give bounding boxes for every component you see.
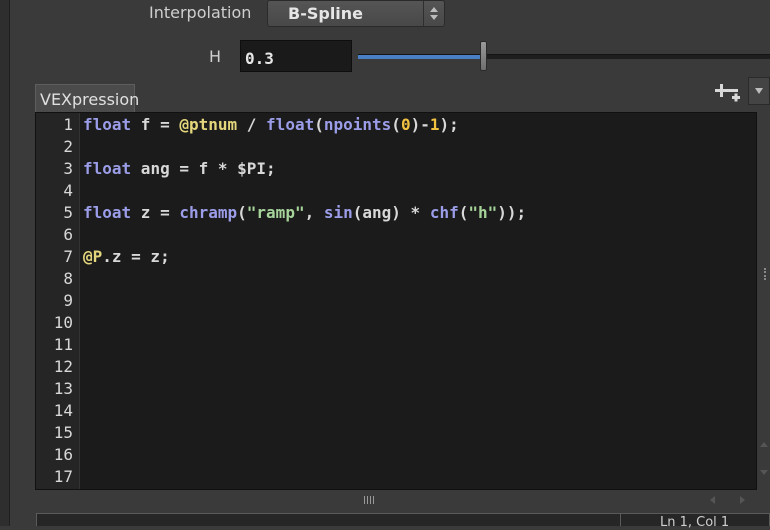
cursor-position: Ln 1, Col 1 <box>660 515 730 530</box>
line-number: 15 <box>53 423 73 442</box>
h-slider-handle[interactable] <box>480 41 487 71</box>
line-number: 17 <box>53 467 73 486</box>
line-number: 9 <box>63 291 73 310</box>
h-slider-fill <box>358 55 482 59</box>
code-line[interactable]: float f = @ptnum / float(npoints(0)-1); <box>83 115 459 134</box>
line-number: 5 <box>63 203 73 222</box>
line-number: 1 <box>63 115 73 134</box>
scroll-right-icon[interactable] <box>740 496 745 504</box>
add-parameter-icon[interactable] <box>713 82 741 108</box>
h-value-field[interactable]: 0.3 <box>240 40 352 72</box>
interpolation-label: Interpolation <box>149 3 252 22</box>
horizontal-scrollbar[interactable] <box>35 490 770 510</box>
status-divider <box>620 513 621 526</box>
line-number: 16 <box>53 445 73 464</box>
code-line[interactable]: float z = chramp("ramp", sin(ang) * chf(… <box>83 203 526 222</box>
line-number: 13 <box>53 379 73 398</box>
code-line[interactable]: float ang = f * $PI; <box>83 159 276 178</box>
h-slider-track[interactable] <box>358 54 770 59</box>
line-number: 10 <box>53 313 73 332</box>
resize-handle-icon[interactable] <box>364 496 376 504</box>
line-number: 8 <box>63 269 73 288</box>
line-number: 6 <box>63 225 73 244</box>
line-number: 3 <box>63 159 73 178</box>
line-number: 2 <box>63 137 73 156</box>
interpolation-dropdown[interactable]: B-Spline <box>267 0 445 27</box>
line-number: 7 <box>63 247 73 266</box>
line-number: 12 <box>53 357 73 376</box>
vertical-scrollbar[interactable] <box>757 112 770 490</box>
scroll-up-icon[interactable] <box>760 442 768 447</box>
resize-grip-icon[interactable] <box>764 268 770 280</box>
line-number: 14 <box>53 401 73 420</box>
left-panel-edge <box>0 0 10 526</box>
vexpression-label: VEXpression <box>35 84 139 112</box>
editor-menu-button[interactable] <box>748 77 770 105</box>
code-line[interactable]: @P.z = z; <box>83 247 170 266</box>
vex-code-editor[interactable]: 1 2 3 4 5 6 7 8 9 10 11 12 13 14 15 16 17 float f = @ptn… <box>35 112 757 490</box>
scroll-left-icon[interactable] <box>710 496 715 504</box>
line-number: 4 <box>63 181 73 200</box>
line-number: 11 <box>53 335 73 354</box>
updown-arrows-icon <box>423 1 444 26</box>
interpolation-value: B-Spline <box>288 4 364 23</box>
line-number-gutter: 1 2 3 4 5 6 7 8 9 10 11 12 13 14 15 16 17 <box>36 113 80 489</box>
h-parameter-label: H <box>209 47 222 66</box>
scroll-down-icon[interactable] <box>760 470 768 475</box>
